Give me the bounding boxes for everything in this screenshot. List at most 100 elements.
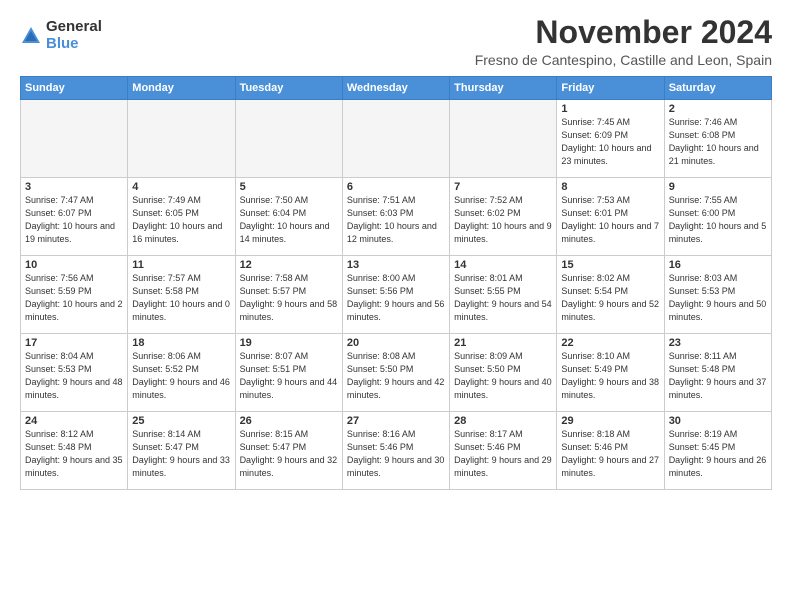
day-number: 5 xyxy=(240,181,338,193)
day-number: 17 xyxy=(25,337,123,349)
calendar-cell: 26Sunrise: 8:15 AM Sunset: 5:47 PM Dayli… xyxy=(235,412,342,490)
day-number: 2 xyxy=(669,103,767,115)
calendar-cell: 28Sunrise: 8:17 AM Sunset: 5:46 PM Dayli… xyxy=(450,412,557,490)
calendar-cell: 30Sunrise: 8:19 AM Sunset: 5:45 PM Dayli… xyxy=(664,412,771,490)
header-thursday: Thursday xyxy=(450,77,557,100)
day-info: Sunrise: 8:12 AM Sunset: 5:48 PM Dayligh… xyxy=(25,428,123,480)
day-info: Sunrise: 8:16 AM Sunset: 5:46 PM Dayligh… xyxy=(347,428,445,480)
day-info: Sunrise: 7:52 AM Sunset: 6:02 PM Dayligh… xyxy=(454,194,552,246)
day-number: 11 xyxy=(132,259,230,271)
day-number: 6 xyxy=(347,181,445,193)
header: General Blue November 2024 Fresno de Can… xyxy=(20,15,772,68)
day-info: Sunrise: 8:10 AM Sunset: 5:49 PM Dayligh… xyxy=(561,350,659,402)
day-info: Sunrise: 7:53 AM Sunset: 6:01 PM Dayligh… xyxy=(561,194,659,246)
calendar-cell: 6Sunrise: 7:51 AM Sunset: 6:03 PM Daylig… xyxy=(342,178,449,256)
calendar-cell: 8Sunrise: 7:53 AM Sunset: 6:01 PM Daylig… xyxy=(557,178,664,256)
day-info: Sunrise: 7:45 AM Sunset: 6:09 PM Dayligh… xyxy=(561,116,659,168)
calendar-table: Sunday Monday Tuesday Wednesday Thursday… xyxy=(20,76,772,490)
day-number: 15 xyxy=(561,259,659,271)
calendar-cell: 9Sunrise: 7:55 AM Sunset: 6:00 PM Daylig… xyxy=(664,178,771,256)
logo-icon xyxy=(20,25,42,47)
day-number: 29 xyxy=(561,415,659,427)
calendar-cell xyxy=(21,100,128,178)
day-info: Sunrise: 8:14 AM Sunset: 5:47 PM Dayligh… xyxy=(132,428,230,480)
day-info: Sunrise: 7:46 AM Sunset: 6:08 PM Dayligh… xyxy=(669,116,767,168)
logo: General Blue xyxy=(20,19,102,52)
calendar-cell: 11Sunrise: 7:57 AM Sunset: 5:58 PM Dayli… xyxy=(128,256,235,334)
calendar-cell: 5Sunrise: 7:50 AM Sunset: 6:04 PM Daylig… xyxy=(235,178,342,256)
day-number: 14 xyxy=(454,259,552,271)
header-row: Sunday Monday Tuesday Wednesday Thursday… xyxy=(21,77,772,100)
day-number: 30 xyxy=(669,415,767,427)
calendar-week-1: 1Sunrise: 7:45 AM Sunset: 6:09 PM Daylig… xyxy=(21,100,772,178)
day-number: 20 xyxy=(347,337,445,349)
day-number: 9 xyxy=(669,181,767,193)
day-info: Sunrise: 8:03 AM Sunset: 5:53 PM Dayligh… xyxy=(669,272,767,324)
calendar-week-4: 17Sunrise: 8:04 AM Sunset: 5:53 PM Dayli… xyxy=(21,334,772,412)
day-number: 21 xyxy=(454,337,552,349)
day-number: 26 xyxy=(240,415,338,427)
calendar-cell: 1Sunrise: 7:45 AM Sunset: 6:09 PM Daylig… xyxy=(557,100,664,178)
day-number: 19 xyxy=(240,337,338,349)
calendar-cell: 25Sunrise: 8:14 AM Sunset: 5:47 PM Dayli… xyxy=(128,412,235,490)
calendar-cell xyxy=(342,100,449,178)
day-info: Sunrise: 7:55 AM Sunset: 6:00 PM Dayligh… xyxy=(669,194,767,246)
header-saturday: Saturday xyxy=(664,77,771,100)
day-number: 13 xyxy=(347,259,445,271)
day-number: 24 xyxy=(25,415,123,427)
day-info: Sunrise: 8:15 AM Sunset: 5:47 PM Dayligh… xyxy=(240,428,338,480)
day-number: 1 xyxy=(561,103,659,115)
day-info: Sunrise: 7:57 AM Sunset: 5:58 PM Dayligh… xyxy=(132,272,230,324)
day-info: Sunrise: 7:56 AM Sunset: 5:59 PM Dayligh… xyxy=(25,272,123,324)
calendar-header: Sunday Monday Tuesday Wednesday Thursday… xyxy=(21,77,772,100)
calendar-cell: 29Sunrise: 8:18 AM Sunset: 5:46 PM Dayli… xyxy=(557,412,664,490)
logo-general: General xyxy=(46,19,102,36)
header-monday: Monday xyxy=(128,77,235,100)
day-info: Sunrise: 7:47 AM Sunset: 6:07 PM Dayligh… xyxy=(25,194,123,246)
calendar-cell: 23Sunrise: 8:11 AM Sunset: 5:48 PM Dayli… xyxy=(664,334,771,412)
day-info: Sunrise: 8:00 AM Sunset: 5:56 PM Dayligh… xyxy=(347,272,445,324)
calendar-cell: 27Sunrise: 8:16 AM Sunset: 5:46 PM Dayli… xyxy=(342,412,449,490)
calendar-week-5: 24Sunrise: 8:12 AM Sunset: 5:48 PM Dayli… xyxy=(21,412,772,490)
day-info: Sunrise: 8:06 AM Sunset: 5:52 PM Dayligh… xyxy=(132,350,230,402)
day-number: 22 xyxy=(561,337,659,349)
day-number: 3 xyxy=(25,181,123,193)
day-number: 27 xyxy=(347,415,445,427)
calendar-cell: 7Sunrise: 7:52 AM Sunset: 6:02 PM Daylig… xyxy=(450,178,557,256)
calendar-cell: 17Sunrise: 8:04 AM Sunset: 5:53 PM Dayli… xyxy=(21,334,128,412)
calendar-cell: 3Sunrise: 7:47 AM Sunset: 6:07 PM Daylig… xyxy=(21,178,128,256)
day-info: Sunrise: 8:19 AM Sunset: 5:45 PM Dayligh… xyxy=(669,428,767,480)
month-title: November 2024 xyxy=(475,15,772,50)
day-info: Sunrise: 7:50 AM Sunset: 6:04 PM Dayligh… xyxy=(240,194,338,246)
calendar-cell xyxy=(128,100,235,178)
calendar-cell: 13Sunrise: 8:00 AM Sunset: 5:56 PM Dayli… xyxy=(342,256,449,334)
calendar-week-2: 3Sunrise: 7:47 AM Sunset: 6:07 PM Daylig… xyxy=(21,178,772,256)
calendar-cell: 10Sunrise: 7:56 AM Sunset: 5:59 PM Dayli… xyxy=(21,256,128,334)
calendar-cell: 16Sunrise: 8:03 AM Sunset: 5:53 PM Dayli… xyxy=(664,256,771,334)
day-number: 8 xyxy=(561,181,659,193)
day-info: Sunrise: 8:11 AM Sunset: 5:48 PM Dayligh… xyxy=(669,350,767,402)
calendar-cell: 14Sunrise: 8:01 AM Sunset: 5:55 PM Dayli… xyxy=(450,256,557,334)
day-info: Sunrise: 8:02 AM Sunset: 5:54 PM Dayligh… xyxy=(561,272,659,324)
day-number: 4 xyxy=(132,181,230,193)
calendar-cell: 21Sunrise: 8:09 AM Sunset: 5:50 PM Dayli… xyxy=(450,334,557,412)
logo-text: General Blue xyxy=(46,19,102,52)
calendar-cell: 20Sunrise: 8:08 AM Sunset: 5:50 PM Dayli… xyxy=(342,334,449,412)
day-info: Sunrise: 8:09 AM Sunset: 5:50 PM Dayligh… xyxy=(454,350,552,402)
day-info: Sunrise: 7:51 AM Sunset: 6:03 PM Dayligh… xyxy=(347,194,445,246)
calendar-cell xyxy=(235,100,342,178)
location-title: Fresno de Cantespino, Castille and Leon,… xyxy=(475,52,772,68)
title-block: November 2024 Fresno de Cantespino, Cast… xyxy=(475,15,772,68)
calendar-cell: 4Sunrise: 7:49 AM Sunset: 6:05 PM Daylig… xyxy=(128,178,235,256)
day-info: Sunrise: 7:58 AM Sunset: 5:57 PM Dayligh… xyxy=(240,272,338,324)
day-info: Sunrise: 8:01 AM Sunset: 5:55 PM Dayligh… xyxy=(454,272,552,324)
header-sunday: Sunday xyxy=(21,77,128,100)
day-info: Sunrise: 7:49 AM Sunset: 6:05 PM Dayligh… xyxy=(132,194,230,246)
day-info: Sunrise: 8:08 AM Sunset: 5:50 PM Dayligh… xyxy=(347,350,445,402)
logo-blue: Blue xyxy=(46,36,102,53)
day-info: Sunrise: 8:18 AM Sunset: 5:46 PM Dayligh… xyxy=(561,428,659,480)
calendar-cell: 24Sunrise: 8:12 AM Sunset: 5:48 PM Dayli… xyxy=(21,412,128,490)
day-number: 7 xyxy=(454,181,552,193)
day-number: 18 xyxy=(132,337,230,349)
header-tuesday: Tuesday xyxy=(235,77,342,100)
